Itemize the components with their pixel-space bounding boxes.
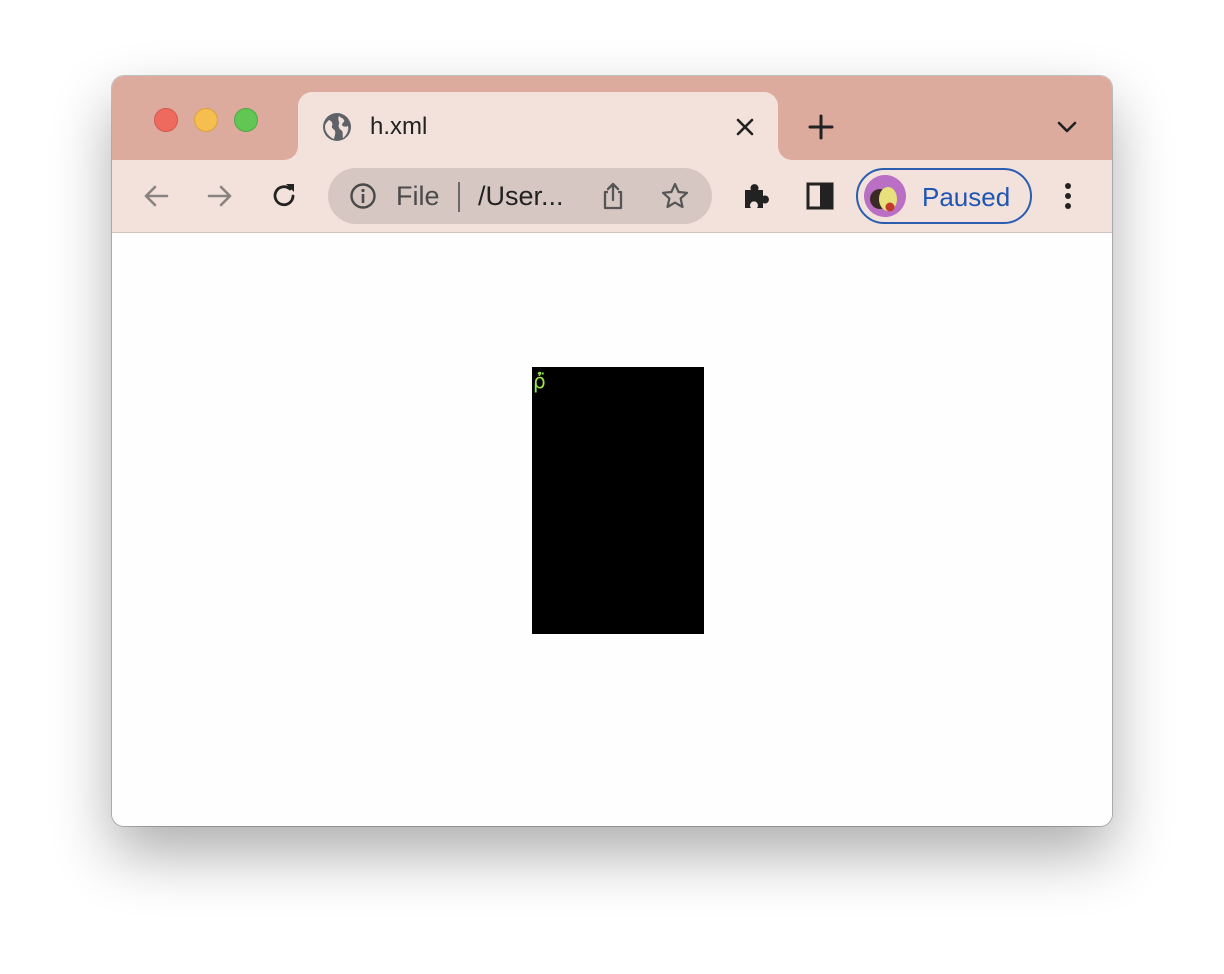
url-scheme-label: File <box>396 181 440 211</box>
extensions-puzzle-icon[interactable] <box>740 180 772 212</box>
avatar <box>864 175 906 217</box>
new-tab-plus-icon[interactable] <box>806 112 836 142</box>
profile-button[interactable]: Paused <box>856 168 1032 224</box>
chevron-down-icon[interactable] <box>1054 114 1080 140</box>
close-window-button[interactable] <box>154 108 178 132</box>
url-text[interactable]: /User... <box>478 181 564 211</box>
title-bar: h.xml <box>112 76 1112 160</box>
browser-window: h.xml File /User... Paused ῤ̈ <box>112 76 1112 826</box>
tab-active[interactable]: h.xml <box>298 92 778 160</box>
tab-title: h.xml <box>370 113 428 140</box>
toolbar: File /User... Paused <box>112 160 1112 233</box>
document-text: ῤ̈ <box>533 369 546 393</box>
address-divider <box>458 182 460 212</box>
minimize-window-button[interactable] <box>194 108 218 132</box>
address-bar[interactable]: File /User... <box>328 168 712 224</box>
reload-icon[interactable] <box>268 180 300 212</box>
document-body: ῤ̈ <box>532 367 704 634</box>
close-icon[interactable] <box>732 114 758 140</box>
globe-icon <box>323 113 351 141</box>
back-arrow-icon[interactable] <box>140 180 172 212</box>
side-panel-icon[interactable] <box>804 180 836 212</box>
bookmark-star-icon[interactable] <box>660 181 690 211</box>
page-content: ῤ̈ <box>112 233 1112 826</box>
zoom-window-button[interactable] <box>234 108 258 132</box>
info-icon[interactable] <box>348 181 378 211</box>
share-icon[interactable] <box>598 181 628 211</box>
more-menu-icon[interactable] <box>1052 180 1084 212</box>
profile-status: Paused <box>922 182 1011 212</box>
forward-arrow-icon[interactable] <box>204 180 236 212</box>
